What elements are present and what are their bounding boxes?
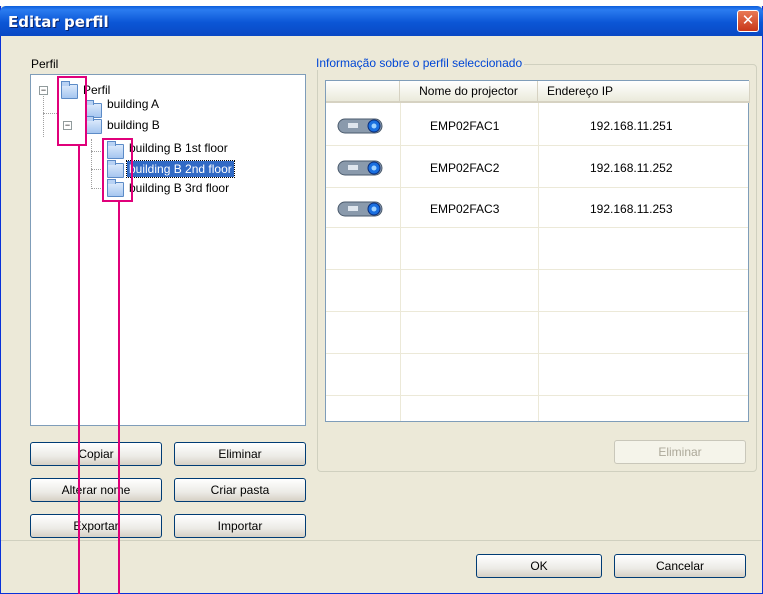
delete-profile-button[interactable]: Eliminar: [174, 442, 306, 466]
folder-icon: [85, 116, 102, 134]
tree-node-3rd-floor[interactable]: building B 3rd floor: [31, 179, 301, 197]
create-folder-button[interactable]: Criar pasta: [174, 478, 306, 502]
grid-line: [326, 269, 748, 270]
title-bar[interactable]: Editar perfil ✕: [0, 6, 763, 36]
column-header-name[interactable]: Nome do projector: [400, 81, 538, 103]
profile-info-title: Informação sobre o perfil seleccionado: [314, 56, 525, 70]
tree-node-label: building B 1st floor: [129, 141, 228, 155]
export-button[interactable]: Exportar: [30, 514, 162, 538]
import-button[interactable]: Importar: [174, 514, 306, 538]
grid-line: [326, 145, 748, 146]
callout-line: [118, 202, 120, 594]
rename-button[interactable]: Alterar nome: [30, 478, 162, 502]
delete-projector-button[interactable]: Eliminar: [614, 440, 746, 464]
grid-line: [326, 353, 748, 354]
projector-ip: 192.168.11.252: [590, 161, 673, 175]
projector-name: EMP02FAC3: [430, 202, 500, 216]
close-icon[interactable]: ✕: [737, 10, 759, 32]
folder-callout-box: [57, 76, 87, 146]
ok-button[interactable]: OK: [476, 554, 602, 578]
grid-line: [538, 103, 539, 421]
divider: [1, 540, 761, 541]
cancel-button[interactable]: Cancelar: [614, 554, 746, 578]
collapse-icon[interactable]: −: [39, 86, 48, 95]
projector-name: EMP02FAC2: [430, 161, 500, 175]
projector-icon: [337, 160, 383, 176]
tree-node-label: building B: [107, 118, 160, 132]
tree-node-label: building B 3rd floor: [129, 181, 230, 195]
callout-line: [78, 146, 80, 594]
projector-icon: [337, 201, 383, 217]
profile-callout-box: [102, 138, 133, 202]
column-header-icon[interactable]: [326, 81, 400, 103]
tree-node-label: building A: [107, 97, 160, 111]
grid-line: [326, 395, 748, 396]
copy-button[interactable]: Copiar: [30, 442, 162, 466]
projector-ip: 192.168.11.251: [590, 119, 673, 133]
projector-table[interactable]: Nome do projector Endereço IP EMP02FAC1 …: [325, 80, 750, 422]
projector-name: EMP02FAC1: [430, 119, 500, 133]
grid-line: [326, 311, 748, 312]
grid-line: [400, 103, 401, 421]
projector-ip: 192.168.11.253: [590, 202, 673, 216]
projector-icon: [337, 118, 383, 134]
grid-line: [326, 227, 748, 228]
tree-node-label: building B 2nd floor: [126, 160, 235, 178]
grid-line: [326, 187, 748, 188]
profile-label: Perfil: [31, 57, 59, 71]
tree-node-2nd-floor[interactable]: building B 2nd floor: [31, 160, 301, 178]
window-title: Editar perfil: [8, 13, 109, 31]
column-header-ip[interactable]: Endereço IP: [538, 81, 750, 103]
